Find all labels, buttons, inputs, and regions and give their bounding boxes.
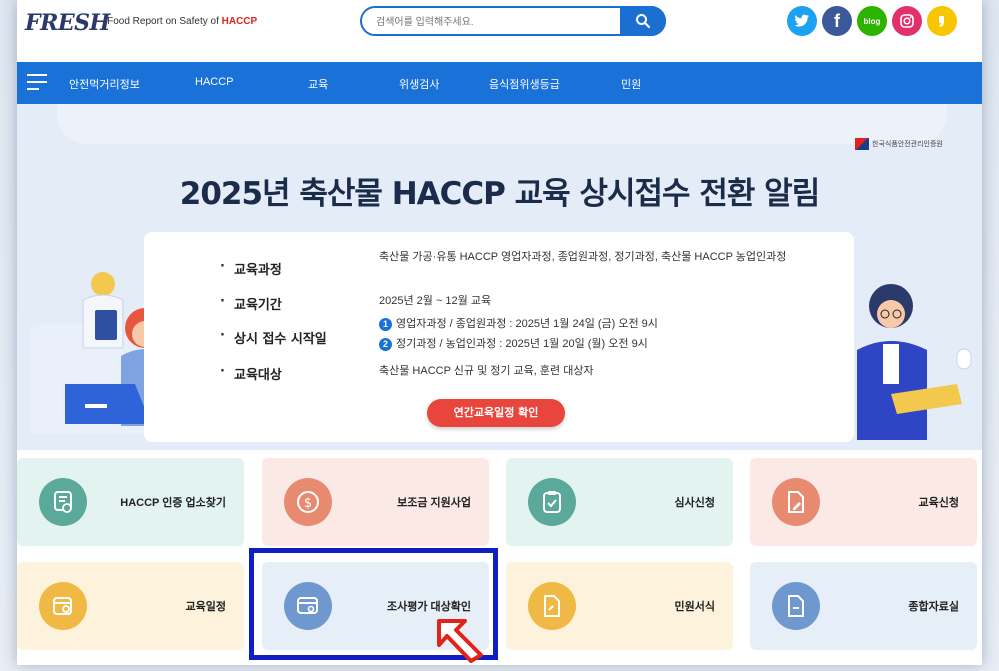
search-button[interactable] <box>620 6 666 36</box>
document-edit-icon <box>772 478 820 526</box>
tile-review-application[interactable]: 심사신청 <box>506 458 733 546</box>
tile-label: 종합자료실 <box>908 601 959 613</box>
notice-banner[interactable]: 한국식품안전관리인증원 2025년 축산물 HACCP 교육 상시접수 전환 알… <box>17 104 982 450</box>
nav-item-restaurant-grade[interactable]: 음식점위생등급 <box>489 76 560 92</box>
tile-label: 민원서식 <box>674 601 715 613</box>
browser-page: FRESH · Food Report on Safety of HACCP f… <box>17 0 982 665</box>
pointer-arrow-icon <box>437 619 483 663</box>
instagram-icon[interactable] <box>892 6 922 36</box>
tile-education-application[interactable]: 교육신청 <box>750 458 977 546</box>
kakao-icon[interactable] <box>927 6 957 36</box>
svg-text:$: $ <box>304 496 312 511</box>
tile-education-schedule[interactable]: 교육일정 <box>17 562 244 650</box>
org-logo: 한국식품안전관리인증원 <box>855 138 943 150</box>
search-input[interactable] <box>376 12 616 32</box>
tile-label: 심사신청 <box>674 497 715 509</box>
nav-item-safe-food[interactable]: 안전먹거리정보 <box>69 76 140 92</box>
badge-check-icon <box>39 478 87 526</box>
tile-label: 보조금 지원사업 <box>397 497 471 509</box>
tile-subsidy[interactable]: $ 보조금 지원사업 <box>262 458 489 546</box>
start-date-1-text: 영업자과정 / 종업원과정 : 2025년 1월 24일 (금) 오전 9시 <box>396 318 658 330</box>
label-course: 교육과정 <box>220 259 282 278</box>
label-start-date: 상시 접수 시작일 <box>220 328 327 347</box>
banner-title: 2025년 축산물 HACCP 교육 상시접수 전환 알림 <box>179 176 820 212</box>
document-icon <box>528 582 576 630</box>
org-mark-icon <box>855 138 869 150</box>
folder-icon <box>772 582 820 630</box>
site-logo[interactable]: FRESH <box>25 10 110 36</box>
facebook-icon[interactable]: f <box>822 6 852 36</box>
main-nav: 안전먹거리정보 HACCP 교육 위생검사 음식점위생등급 민원 <box>17 62 982 104</box>
tagline-brand: HACCP <box>221 16 258 27</box>
nav-item-hygiene-inspection[interactable]: 위생검사 <box>399 76 439 92</box>
value-course: 축산물 가공·유통 HACCP 영업자과정, 종업원과정, 정기과정, 축산물 … <box>379 251 787 263</box>
tile-archive[interactable]: 종합자료실 <box>750 562 977 650</box>
clipboard-check-icon <box>528 478 576 526</box>
nav-item-education[interactable]: 교육 <box>308 76 328 92</box>
label-target: 교육대상 <box>220 364 282 383</box>
nav-item-haccp[interactable]: HACCP <box>195 76 234 88</box>
annual-schedule-button[interactable]: 연간교육일정 확인 <box>427 399 565 427</box>
value-start-date-2: 2 정기과정 / 농업인과정 : 2025년 1월 20일 (월) 오전 9시 <box>379 335 799 353</box>
value-target: 축산물 HACCP 신규 및 정기 교육, 훈련 대상자 <box>379 365 594 377</box>
label-period: 교육기간 <box>220 294 282 313</box>
site-header: FRESH · Food Report on Safety of HACCP f… <box>17 0 982 62</box>
value-period: 2025년 2월 ~ 12월 교육 <box>379 295 492 307</box>
notice-details: 교육과정 축산물 가공·유통 HACCP 영업자과정, 종업원과정, 정기과정,… <box>144 232 854 442</box>
tile-label: 교육신청 <box>918 497 959 509</box>
tile-find-certified[interactable]: HACCP 인증 업소찾기 <box>17 458 244 546</box>
tile-civil-forms[interactable]: 민원서식 <box>506 562 733 650</box>
number-2-icon: 2 <box>379 338 392 351</box>
number-1-icon: 1 <box>379 318 392 331</box>
calendar-search-icon <box>39 582 87 630</box>
dollar-icon: $ <box>284 478 332 526</box>
twitter-icon[interactable] <box>787 6 817 36</box>
site-tagline: · Food Report on Safety of HACCP <box>101 16 257 27</box>
tile-label: 교육일정 <box>185 601 226 613</box>
org-name: 한국식품안전관리인증원 <box>872 140 943 148</box>
nav-item-civil-service[interactable]: 민원 <box>621 76 641 92</box>
social-links: f blog <box>787 6 957 36</box>
start-date-2-text: 정기과정 / 농업인과정 : 2025년 1월 20일 (월) 오전 9시 <box>396 338 648 350</box>
tile-label: HACCP 인증 업소찾기 <box>120 497 226 509</box>
search-box <box>360 6 666 36</box>
search-icon <box>636 14 651 29</box>
blog-icon[interactable]: blog <box>857 6 887 36</box>
banner-decor <box>57 104 947 144</box>
value-start-date-1: 1 영업자과정 / 종업원과정 : 2025년 1월 24일 (금) 오전 9시 <box>379 315 799 333</box>
tagline-text: · Food Report on Safety of <box>101 16 222 27</box>
menu-icon[interactable] <box>27 74 47 92</box>
